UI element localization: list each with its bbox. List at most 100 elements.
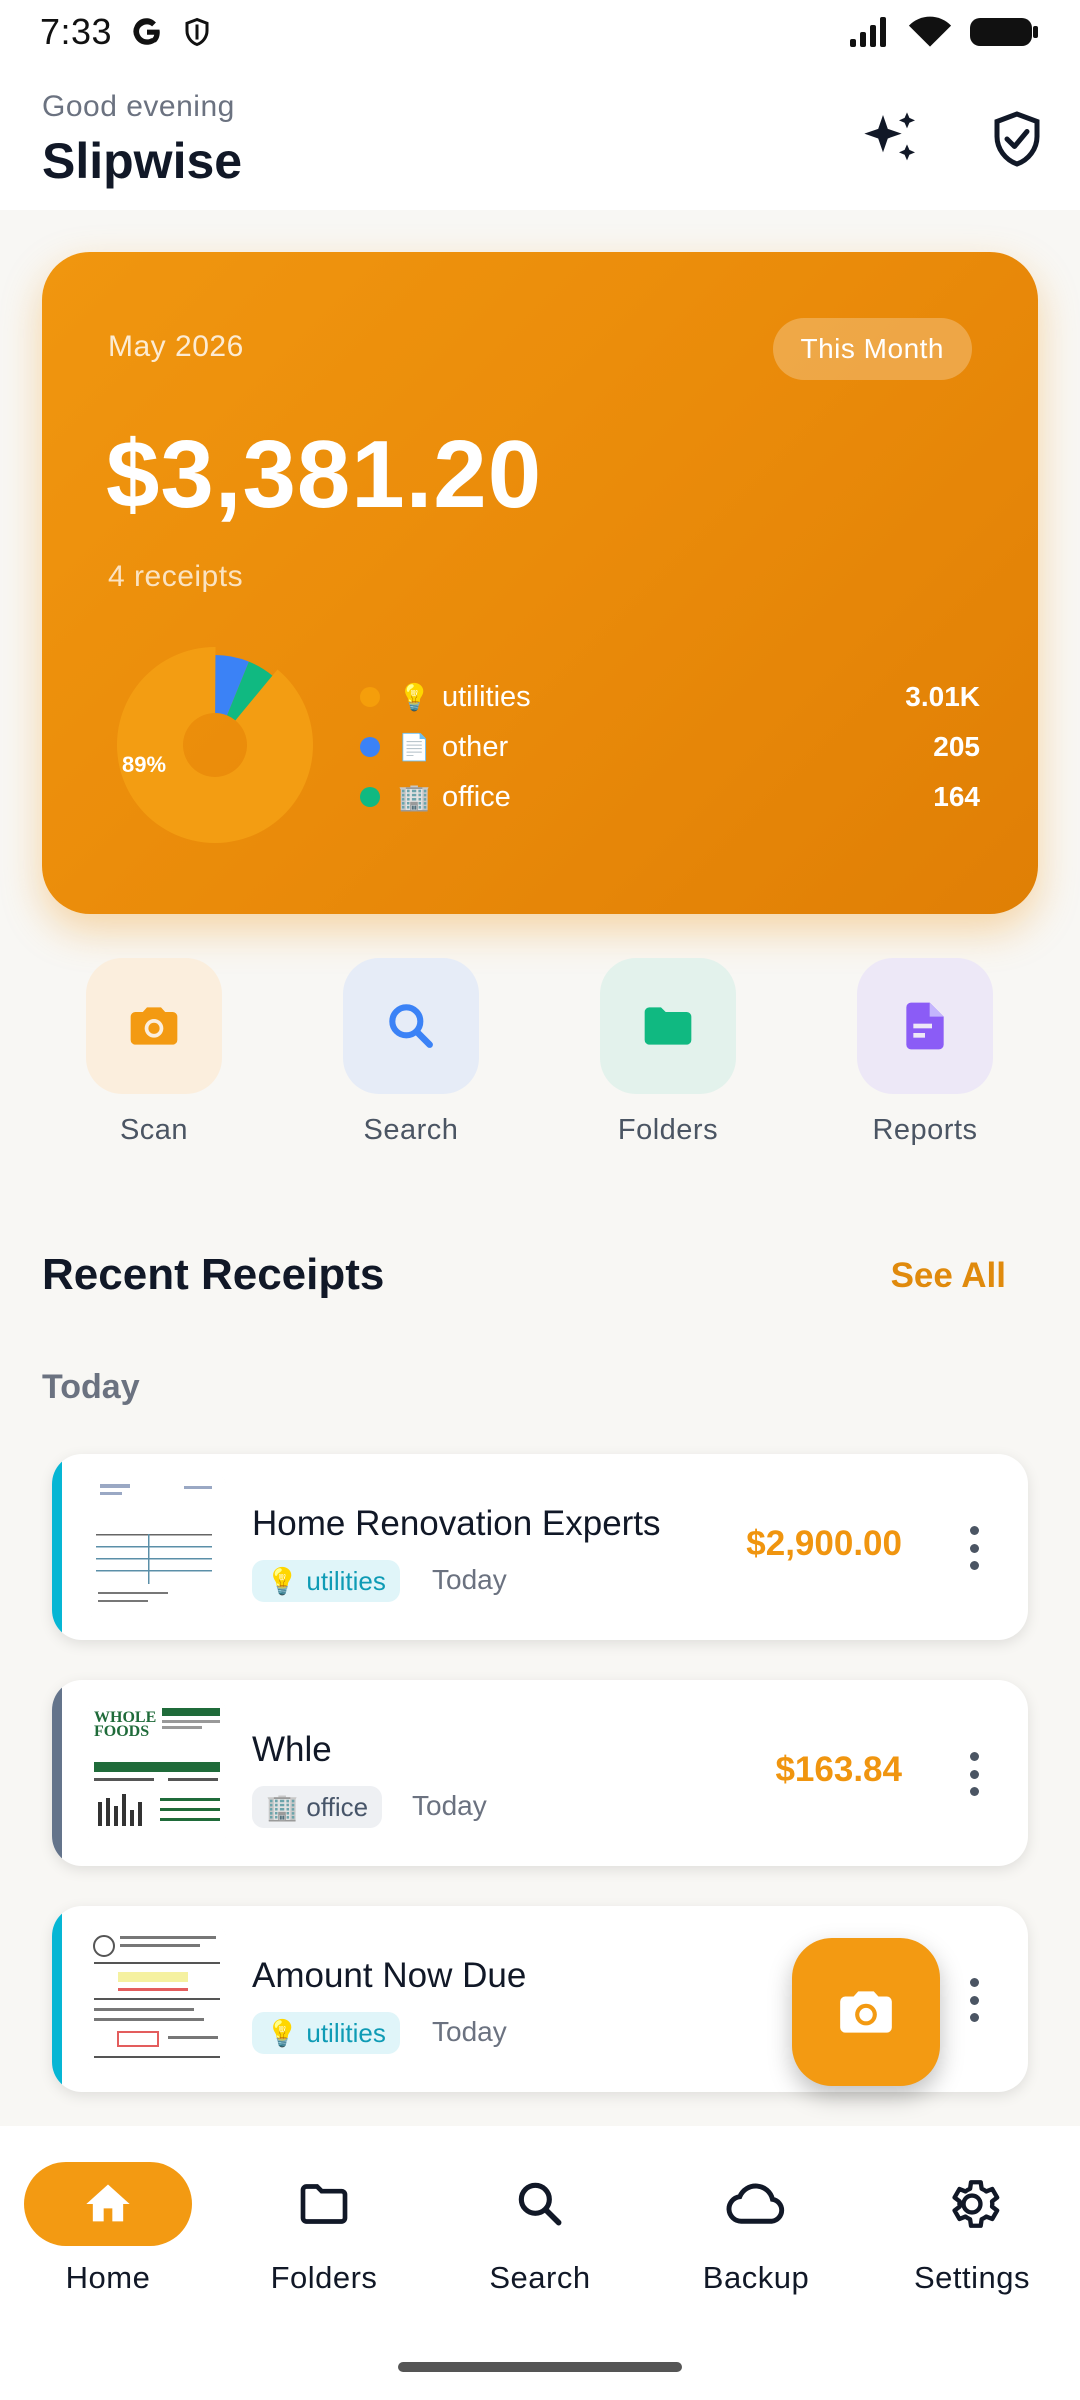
nav-folders-pill[interactable] [240,2162,408,2246]
folders-label: Folders [617,1114,719,1146]
google-icon [130,15,164,49]
nav-home[interactable]: Home [0,2162,216,2296]
nav-folders[interactable]: Folders [216,2162,432,2296]
reports-action[interactable]: Reports [825,958,1025,1147]
folders-action[interactable]: Folders [568,958,768,1147]
more-options-icon[interactable] [964,1526,984,1570]
cloud-icon [726,2183,785,2224]
category-tag-label: utilities [306,1565,386,1596]
security-button[interactable] [982,104,1052,174]
nav-label: Backup [702,2260,810,2295]
receipt-thumbnail: WHOLE FOODS [88,1702,226,1844]
scan-fab[interactable] [792,1938,940,2086]
receipt-count: 4 receipts [108,560,244,593]
legend-value: 3.01K [905,681,980,712]
legend-name: utilities [442,680,531,713]
legend-row-office: 🏢 office 164 [360,772,980,822]
category-tag[interactable]: 💡 utilities [252,2012,400,2054]
date-group-label: Today [42,1368,140,1406]
receipt-date: Today [432,1564,507,1595]
category-tag-label: utilities [306,2017,386,2048]
receipt-amount: $163.84 [775,1750,902,1789]
summary-total: $3,381.20 [106,421,543,528]
nav-search-pill[interactable] [456,2162,624,2246]
receipt-thumbnail [88,1476,226,1618]
shield-status-icon [182,15,212,49]
status-time: 7:33 [40,11,113,52]
recent-receipts-title: Recent Receipts [42,1250,385,1299]
scan-label: Scan [119,1114,189,1146]
nav-backup-pill[interactable] [672,2162,840,2246]
search-icon [518,2182,562,2226]
signal-icon [848,15,892,49]
nav-settings-pill[interactable] [888,2162,1056,2246]
pie-percent-label: 89% [122,752,167,777]
nav-label: Folders [270,2260,378,2295]
nav-search[interactable]: Search [432,2162,648,2296]
bulb-icon: 💡 [266,2017,299,2048]
legend-value: 205 [933,731,980,762]
report-icon [906,1002,944,1050]
legend-row-utilities: 💡 utilities 3.01K [360,672,980,722]
see-all-link[interactable]: See All [891,1256,1006,1296]
office-building-icon: 🏢 [266,1791,299,1822]
receipt-merchant: Amount Now Due [252,1956,527,1995]
period-filter-chip[interactable]: This Month [772,318,972,380]
receipt-merchant: Home Renovation Experts [252,1504,661,1543]
greeting-text: Good evening [42,90,235,123]
search-action[interactable]: Search [311,958,511,1147]
category-stripe [52,1906,62,2092]
home-icon [86,2184,130,2222]
nav-label: Home [65,2260,151,2295]
category-legend: 💡 utilities 3.01K 📄 other 205 🏢 office 1… [360,672,980,822]
category-tag[interactable]: 💡 utilities [252,1560,400,1602]
more-options-icon[interactable] [964,1752,984,1796]
category-tag-label: office [306,1791,369,1822]
quick-actions: Scan Search Folders Reports [0,958,1080,1158]
nav-backup[interactable]: Backup [648,2162,864,2296]
receipt-amount: $2,900.00 [746,1524,902,1563]
bulb-icon: 💡 [266,1565,299,1596]
more-options-icon[interactable] [964,1978,984,2022]
search-label: Search [363,1114,459,1146]
receipt-card[interactable]: WHOLE FOODS Whle 🏢 office Today $163.84 [52,1680,1028,1866]
receipt-card[interactable]: Home Renovation Experts 💡 utilities Toda… [52,1454,1028,1640]
wifi-icon [908,15,952,49]
search-tile[interactable] [343,958,479,1094]
legend-dot [360,687,380,707]
home-indicator [398,2362,682,2372]
document-icon: 📄 [398,731,431,762]
monthly-summary-card[interactable]: May 2026 This Month $3,381.20 4 receipts… [42,252,1038,914]
ai-sparkle-button[interactable] [856,104,926,174]
receipt-date: Today [432,2016,507,2047]
reports-label: Reports [872,1114,978,1146]
camera-icon [130,1007,178,1045]
category-stripe [52,1454,62,1640]
legend-row-other: 📄 other 205 [360,722,980,772]
folders-tile[interactable] [600,958,736,1094]
category-tag[interactable]: 🏢 office [252,1786,383,1828]
svg-text:FOODS: FOODS [94,1723,149,1740]
folder-outline-icon [300,2184,348,2224]
legend-dot [360,787,380,807]
reports-tile[interactable] [857,958,993,1094]
summary-period: May 2026 [108,330,244,363]
bulb-icon: 💡 [398,681,431,712]
pie-slice-utilities [117,647,313,843]
receipt-date: Today [412,1790,487,1821]
legend-name: office [442,780,511,813]
scan-tile[interactable] [86,958,222,1094]
nav-label: Search [489,2260,591,2295]
sparkle-icon [864,112,915,161]
office-building-icon: 🏢 [398,781,431,812]
status-bar: 7:33 [0,0,1080,64]
nav-home-pill[interactable] [24,2162,192,2246]
folder-icon [644,1007,692,1045]
receipt-merchant: Whle [252,1730,332,1769]
nav-settings[interactable]: Settings [864,2162,1080,2296]
nav-label: Settings [913,2260,1030,2295]
gear-icon [952,2180,1000,2228]
scan-action[interactable]: Scan [54,958,254,1147]
bottom-navigation: Home Folders Search Backup Settings [0,2126,1080,2400]
category-pie-chart [117,647,313,843]
